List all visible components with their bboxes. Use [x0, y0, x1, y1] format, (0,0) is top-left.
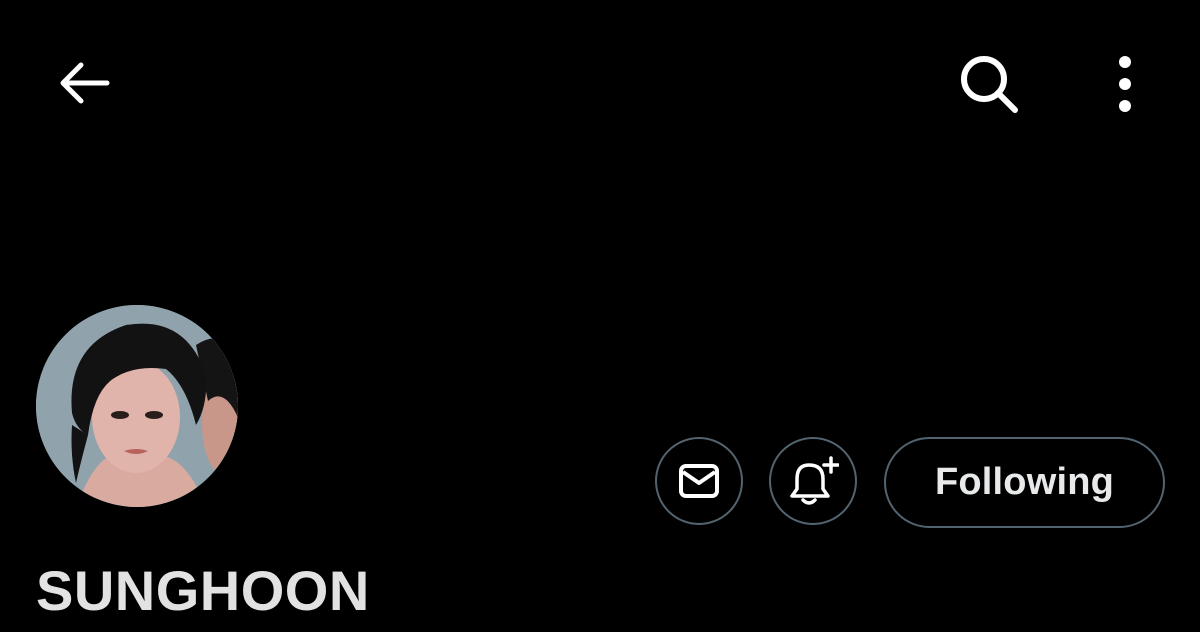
- search-icon: [961, 56, 1018, 113]
- message-button[interactable]: [655, 437, 743, 525]
- following-label: Following: [934, 461, 1115, 503]
- bell-plus-icon: [790, 456, 839, 505]
- arrow-left-icon: [60, 62, 110, 104]
- more-vertical-icon: [1119, 56, 1131, 112]
- mail-icon: [679, 464, 719, 498]
- avatar[interactable]: [36, 305, 238, 507]
- back-button[interactable]: [48, 52, 118, 114]
- notifications-button[interactable]: [769, 437, 857, 525]
- avatar-photo: [36, 305, 238, 507]
- search-button[interactable]: [950, 48, 1028, 120]
- profile-display-name: SUNGHOON: [36, 559, 370, 622]
- following-button[interactable]: Following: [884, 437, 1165, 528]
- more-options-button[interactable]: [1098, 48, 1152, 120]
